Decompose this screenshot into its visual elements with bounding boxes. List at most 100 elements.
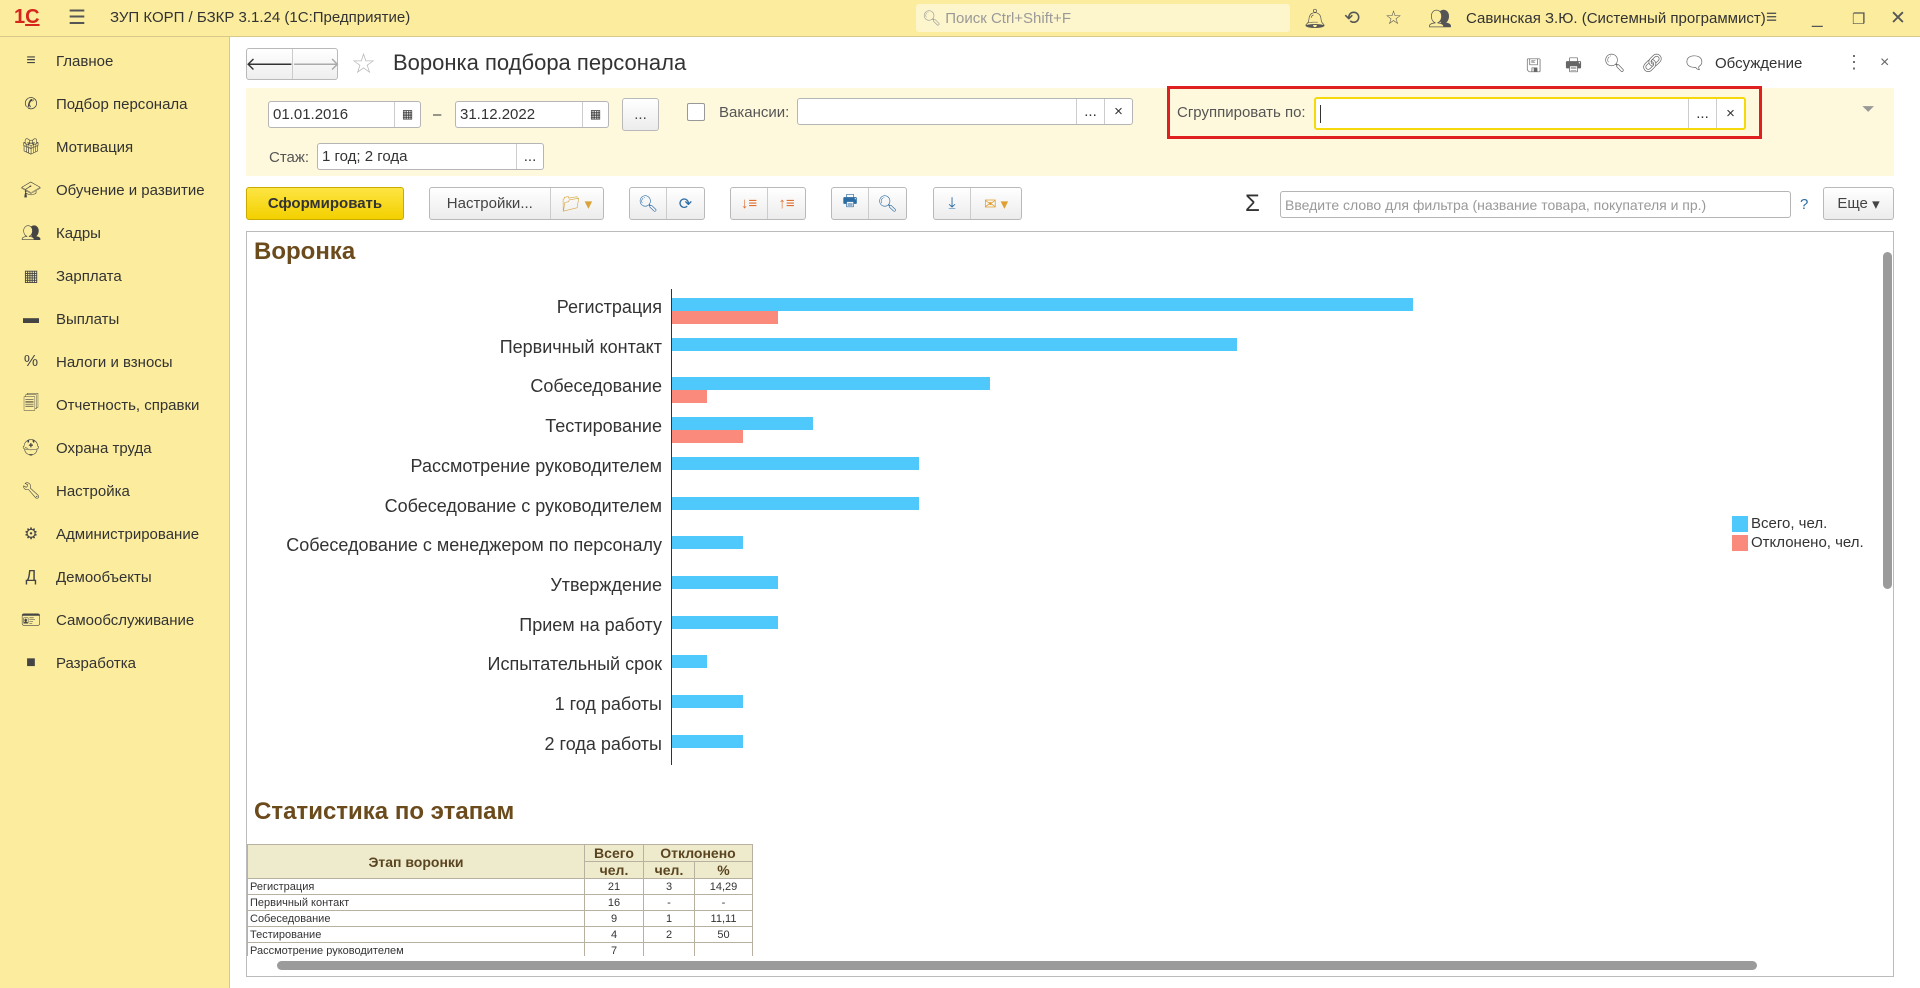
main-menu-icon[interactable]: ☰ bbox=[68, 5, 86, 30]
square-icon: ■ bbox=[26, 654, 36, 671]
find-icon[interactable]: 🔍︎ bbox=[630, 188, 668, 219]
stazh-input[interactable]: 1 год; 2 года ... bbox=[317, 143, 544, 170]
report-filter-input[interactable]: Введите слово для фильтра (название това… bbox=[1280, 191, 1791, 218]
vertical-scrollbar[interactable] bbox=[1883, 252, 1892, 832]
card-icon: ▬ bbox=[23, 310, 39, 327]
calendar-icon[interactable]: ▦ bbox=[582, 102, 608, 127]
bar-total bbox=[672, 298, 1414, 311]
group-by-select-button[interactable]: ... bbox=[1688, 99, 1716, 128]
collapse-groups-icon[interactable]: ↑≡ bbox=[768, 188, 805, 219]
horizontal-scroll-thumb[interactable] bbox=[277, 961, 1757, 970]
sidebar-item[interactable]: ■ Разработка bbox=[0, 645, 230, 681]
close-form-icon[interactable]: × bbox=[1880, 54, 1889, 72]
settings-button[interactable]: Настройки... bbox=[430, 188, 551, 219]
sidebar-item[interactable]: ⚙ Администрирование bbox=[0, 516, 230, 552]
sidebar-item[interactable]: 🗐 Отчетность, справки bbox=[0, 387, 230, 423]
discussion-icon[interactable]: 🗨︎ bbox=[1683, 53, 1706, 74]
sidebar-item[interactable]: ⛑︎ Охрана труда bbox=[0, 430, 230, 466]
graduation-icon: 🎓︎ bbox=[20, 182, 42, 199]
user-name[interactable]: Савинская З.Ю. (Системный программист) bbox=[1466, 10, 1766, 27]
print-preview-icon[interactable]: 🔍︎ bbox=[869, 188, 906, 219]
bar-rejected bbox=[672, 390, 708, 404]
bell-icon[interactable]: 🔔︎ bbox=[1303, 7, 1327, 31]
link-icon[interactable]: 🔗︎ bbox=[1641, 53, 1664, 74]
global-search-input[interactable]: 🔍︎ Поиск Ctrl+Shift+F bbox=[916, 4, 1290, 32]
sidebar-item[interactable]: Д Демообъекты bbox=[0, 559, 230, 595]
sidebar-item[interactable]: 👥︎ Кадры bbox=[0, 215, 230, 251]
sidebar-item[interactable]: ▬ Выплаты bbox=[0, 301, 230, 337]
star-icon[interactable]: ☆ bbox=[1385, 7, 1402, 30]
variants-dropdown-icon[interactable]: 📁︎ ▾ bbox=[551, 188, 603, 219]
horizontal-scrollbar[interactable] bbox=[247, 956, 1893, 976]
save-icon[interactable]: 🖫 bbox=[1526, 54, 1541, 84]
more-button[interactable]: Еще ▾ bbox=[1823, 187, 1894, 220]
user-icon[interactable]: 👥︎ bbox=[1428, 7, 1452, 31]
wrench-icon: 🔧︎ bbox=[20, 483, 42, 500]
reports-icon: 🗐 bbox=[23, 394, 39, 412]
date-to-input[interactable]: 31.12.2022 ▦ bbox=[455, 101, 609, 128]
calendar-icon[interactable]: ▦ bbox=[394, 102, 420, 127]
preview-icon[interactable]: 🔍︎ bbox=[1603, 53, 1626, 74]
minimize-icon[interactable]: _ bbox=[1812, 7, 1823, 29]
favorite-star-icon[interactable]: ☆ bbox=[351, 47, 376, 80]
group-by-label: Сгруппировать по: bbox=[1177, 104, 1306, 121]
group-by-input[interactable]: ... × bbox=[1314, 97, 1746, 130]
sidebar-item[interactable]: % Налоги и взносы bbox=[0, 344, 230, 380]
chart-axis bbox=[671, 289, 672, 766]
percent-icon: % bbox=[23, 353, 39, 370]
filter-icon[interactable]: ⏷ bbox=[1862, 101, 1875, 119]
stazh-select-button[interactable]: ... bbox=[516, 144, 543, 169]
category-label: Регистрация bbox=[556, 297, 662, 317]
print-icon[interactable]: 🖶 bbox=[832, 188, 870, 219]
gift-icon: 🎁︎ bbox=[20, 139, 42, 156]
category-label: Тестирование bbox=[545, 416, 662, 437]
group-by-clear-button[interactable]: × bbox=[1716, 99, 1744, 128]
print-icon[interactable]: 🖶 bbox=[1565, 53, 1582, 83]
sidebar-item[interactable]: ✆ Подбор персонала bbox=[0, 86, 230, 122]
sidebar-item[interactable]: ▦ Зарплата bbox=[0, 258, 230, 294]
bar-total bbox=[672, 615, 778, 629]
find-next-icon[interactable]: ⟳ bbox=[667, 188, 704, 219]
vacancies-input[interactable]: ... × bbox=[797, 98, 1133, 125]
history-icon[interactable]: ⟲ bbox=[1344, 7, 1360, 30]
table-cell: Тестирование bbox=[247, 926, 585, 943]
settings-menu-icon[interactable]: ≡ bbox=[1766, 7, 1777, 29]
expand-groups-icon[interactable]: ↓≡ bbox=[731, 188, 769, 219]
help-button[interactable]: ? bbox=[1800, 196, 1808, 213]
forward-button[interactable]: 🡒 bbox=[292, 49, 340, 79]
vacancies-select-button[interactable]: ... bbox=[1076, 99, 1104, 124]
sidebar-item[interactable]: 🔧︎ Настройка bbox=[0, 473, 230, 509]
sidebar-item[interactable]: 🎓︎ Обучение и развитие bbox=[0, 172, 230, 208]
period-select-button[interactable]: ... bbox=[622, 98, 659, 131]
category-label: Рассмотрение руководителем bbox=[410, 455, 662, 476]
helmet-icon: ⛑︎ bbox=[20, 440, 42, 457]
download-icon[interactable]: ⤓ bbox=[934, 188, 972, 219]
sidebar-item[interactable]: 🪪︎ Самообслуживание bbox=[0, 602, 230, 638]
back-button[interactable]: 🡐 bbox=[245, 49, 294, 79]
generate-button[interactable]: Сформировать bbox=[246, 187, 404, 220]
category-label: Испытательный срок bbox=[487, 654, 662, 675]
table-cell: Первичный контакт bbox=[247, 894, 585, 911]
table-cell: 14,29 bbox=[694, 878, 753, 895]
vertical-scroll-thumb[interactable] bbox=[1883, 252, 1892, 589]
sidebar-item[interactable]: 🎁︎ Мотивация bbox=[0, 129, 230, 165]
table-cell: 21 bbox=[584, 878, 644, 895]
menu-icon: ≡ bbox=[26, 52, 36, 69]
vacancies-checkbox[interactable] bbox=[687, 103, 705, 121]
stazh-label: Стаж: bbox=[269, 149, 310, 166]
sidebar: ≡ Главное ✆ Подбор персонала 🎁︎ Мотивация 🎓︎ Об… bbox=[0, 37, 230, 988]
sum-icon[interactable]: Σ bbox=[1245, 190, 1260, 218]
id-card-icon: 🪪︎ bbox=[20, 612, 42, 629]
vacancies-clear-button[interactable]: × bbox=[1104, 99, 1132, 124]
col-rej-pct: % bbox=[694, 861, 753, 879]
search-icon: 🔍︎ bbox=[922, 10, 942, 27]
email-dropdown-icon[interactable]: ✉ ▾ bbox=[971, 188, 1021, 219]
restore-icon[interactable]: ❐ bbox=[1852, 10, 1865, 28]
sidebar-item[interactable]: ≡ Главное bbox=[0, 43, 230, 79]
table-row: Регистрация 21 3 14,29 bbox=[247, 878, 753, 895]
close-window-icon[interactable]: ✕ bbox=[1890, 7, 1906, 30]
more-actions-icon[interactable]: ⋮ bbox=[1845, 52, 1863, 73]
date-from-input[interactable]: 01.01.2016 ▦ bbox=[268, 101, 421, 128]
discussion-button[interactable]: Обсуждение bbox=[1715, 55, 1802, 72]
table-cell: - bbox=[643, 894, 695, 911]
